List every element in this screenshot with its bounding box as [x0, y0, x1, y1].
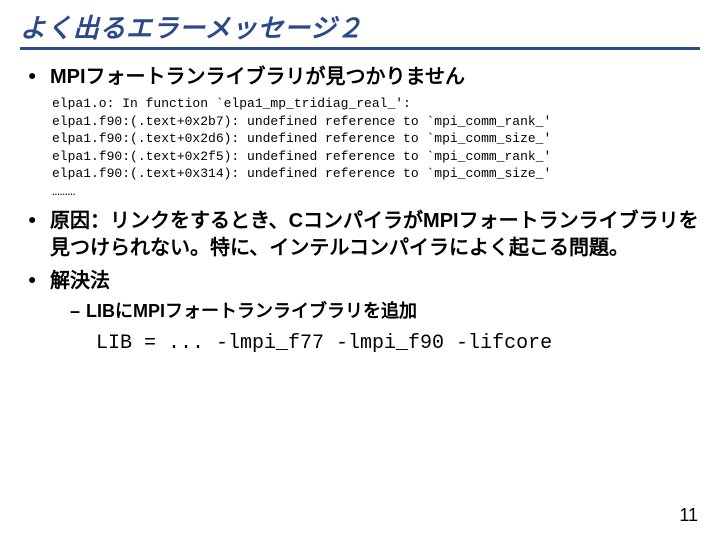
bullet-item-1: MPIフォートランライブラリが見つかりません elpa1.o: In funct… [28, 64, 700, 200]
bullet-text-3: 解決法 [50, 270, 110, 292]
error-code-block: elpa1.o: In function `elpa1_mp_tridiag_r… [52, 95, 700, 200]
bullet-text-2: 原因：リンクをするとき、CコンパイラがMPIフォートランライブラリを見つけられな… [50, 210, 699, 259]
bullet-item-2: 原因：リンクをするとき、CコンパイラがMPIフォートランライブラリを見つけられな… [28, 208, 700, 262]
sub-bullet-list: LIBにMPIフォートランライブラリを追加 [50, 299, 700, 324]
bullet-item-3: 解決法 LIBにMPIフォートランライブラリを追加 LIB = ... -lmp… [28, 268, 700, 357]
slide: よく出るエラーメッセージ２ MPIフォートランライブラリが見つかりません elp… [0, 0, 720, 540]
bullet-text-1: MPIフォートランライブラリが見つかりません [50, 66, 465, 88]
page-number: 11 [679, 505, 698, 526]
command-line: LIB = ... -lmpi_f77 -lmpi_f90 -lifcore [96, 330, 700, 357]
sub-bullet-item: LIBにMPIフォートランライブラリを追加 [70, 299, 700, 324]
sub-bullet-text: LIBにMPIフォートランライブラリを追加 [86, 301, 417, 321]
slide-title: よく出るエラーメッセージ２ [20, 8, 700, 50]
bullet-list: MPIフォートランライブラリが見つかりません elpa1.o: In funct… [20, 64, 700, 357]
